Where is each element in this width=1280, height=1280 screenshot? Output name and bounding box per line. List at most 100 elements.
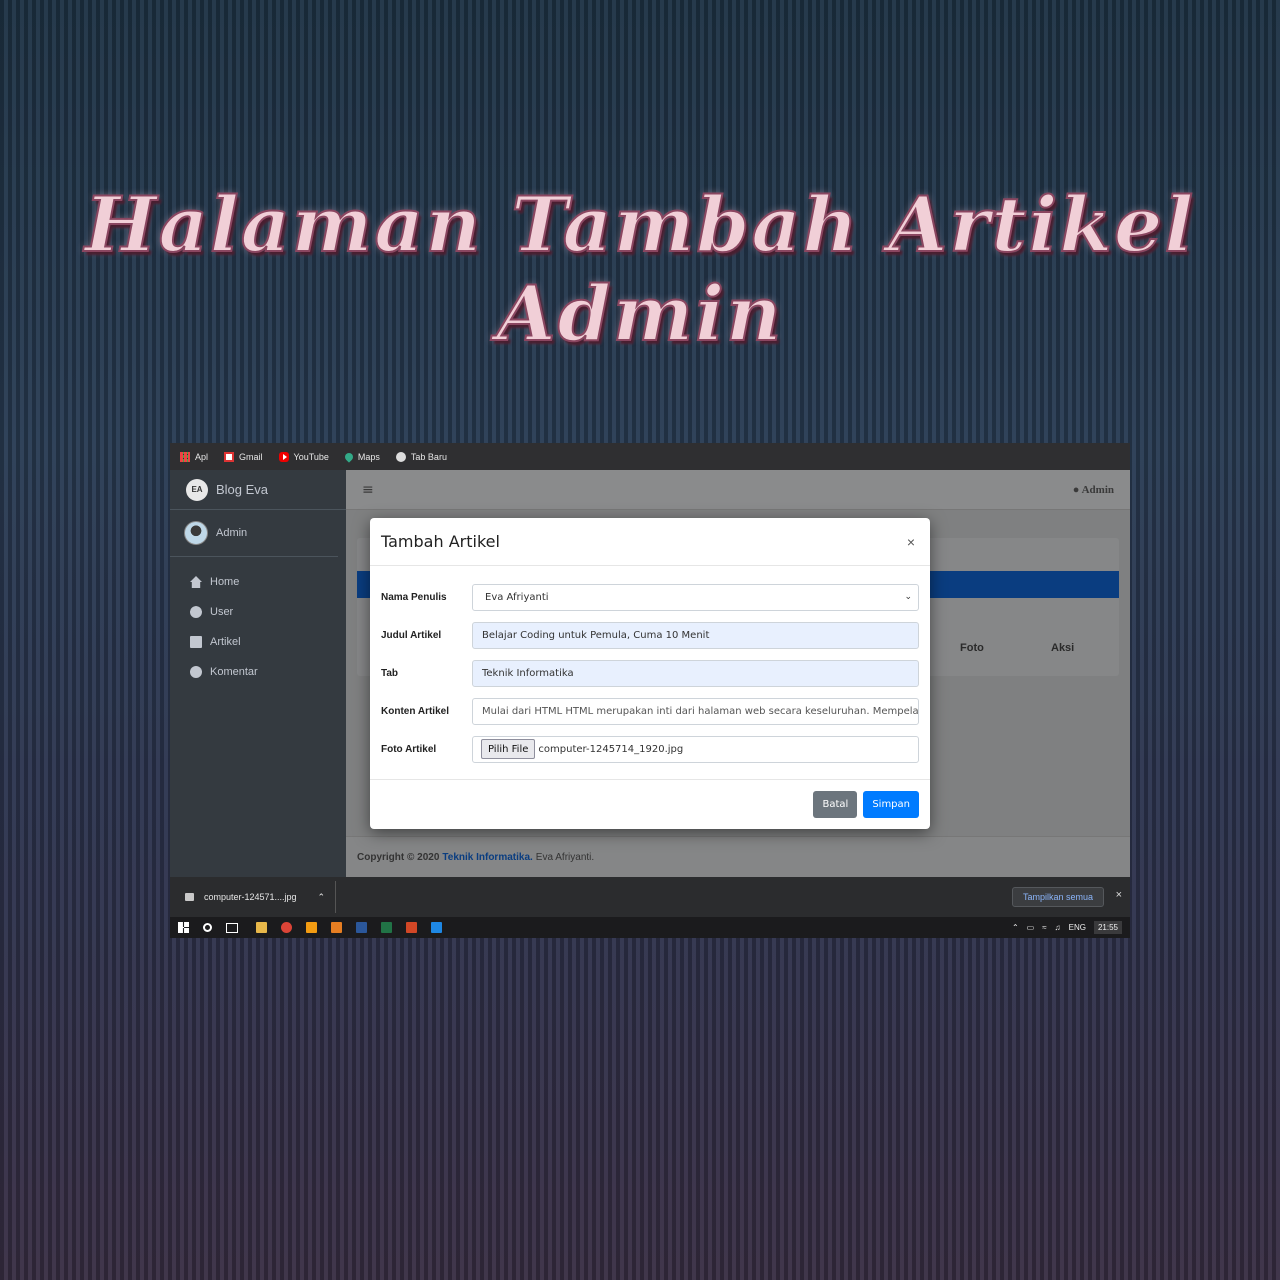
comment-icon xyxy=(190,666,202,678)
bookmark-youtube[interactable]: YouTube xyxy=(278,451,329,462)
book-icon xyxy=(190,636,202,648)
powerpoint-icon[interactable] xyxy=(406,922,417,933)
image-file-icon xyxy=(185,893,194,901)
bookmark-label: Tab Baru xyxy=(410,451,447,462)
bookmark-new-tab[interactable]: Tab Baru xyxy=(395,451,447,462)
sidebar-item-label: Komentar xyxy=(210,666,258,678)
form-row-konten-artikel: Konten Artikel Mulai dari HTML HTML meru… xyxy=(381,692,919,730)
apps-icon xyxy=(180,451,190,462)
modal-footer: Batal Simpan xyxy=(370,779,930,829)
foto-artikel-file-input[interactable]: Pilih File computer-1245714_1920.jpg xyxy=(472,735,919,763)
choose-file-button[interactable]: Pilih File xyxy=(481,739,536,759)
table-header-foto: Foto xyxy=(960,642,984,654)
windows-start-icon[interactable] xyxy=(178,922,189,933)
task-view-icon[interactable] xyxy=(226,922,238,933)
foto-artikel-label: Foto Artikel xyxy=(381,743,437,755)
sidebar-item-label: User xyxy=(210,606,234,618)
close-icon[interactable]: × xyxy=(1116,889,1122,901)
system-tray: ⌃ ▭ ≈ ♫ ENG 21:55 xyxy=(1012,921,1130,934)
sidebar-item-komentar[interactable]: Komentar xyxy=(170,657,346,687)
bookmark-apps[interactable]: Apl xyxy=(180,451,209,462)
clock[interactable]: 21:55 xyxy=(1093,921,1122,934)
chevron-down-icon: ⌄ xyxy=(904,592,912,602)
home-icon xyxy=(190,576,202,588)
avatar xyxy=(184,521,208,545)
windows-taskbar: ⌃ ▭ ≈ ♫ ENG 21:55 xyxy=(170,917,1130,938)
gmail-icon xyxy=(224,451,235,462)
word-icon[interactable] xyxy=(356,922,367,933)
chevron-up-icon[interactable]: ⌃ xyxy=(1012,923,1019,932)
globe-icon xyxy=(395,451,406,462)
bookmark-maps[interactable]: Maps xyxy=(343,450,380,463)
language-indicator[interactable]: ENG xyxy=(1069,923,1086,932)
user-panel[interactable]: Admin xyxy=(170,510,338,557)
sidebar-item-label: Home xyxy=(210,576,240,588)
modal-header: Tambah Artikel × xyxy=(370,518,930,566)
volume-icon[interactable]: ♫ xyxy=(1055,923,1061,932)
user-name: Admin xyxy=(216,527,248,539)
page-hero-title: Halaman Tambah Artikel Admin xyxy=(84,179,1196,359)
footer-link[interactable]: Teknik Informatika. xyxy=(442,852,532,863)
sidebar-item-label: Artikel xyxy=(210,636,241,648)
table-header-aksi: Aksi xyxy=(1051,642,1075,654)
chevron-up-icon[interactable]: ⌃ xyxy=(317,892,325,903)
judul-artikel-label: Judul Artikel xyxy=(381,629,442,641)
xampp-icon[interactable] xyxy=(331,922,342,933)
brand-logo: EA xyxy=(186,478,208,501)
tab-input[interactable]: Teknik Informatika xyxy=(472,659,919,687)
page-footer: Copyright © 2020 Teknik Informatika. Eva… xyxy=(346,836,1130,877)
add-article-modal: Tambah Artikel × Nama Penulis Eva Afriya… xyxy=(370,518,930,829)
save-button[interactable]: Simpan xyxy=(863,791,919,818)
chrome-icon[interactable] xyxy=(281,922,292,933)
nama-penulis-label: Nama Penulis xyxy=(381,591,447,603)
download-item[interactable]: computer-124571....jpg ⌃ xyxy=(170,881,336,913)
bookmark-label: Maps xyxy=(357,451,380,462)
sublime-icon[interactable] xyxy=(306,922,317,933)
form-row-foto-artikel: Foto Artikel Pilih File computer-1245714… xyxy=(381,730,919,768)
selected-filename: computer-1245714_1920.jpg xyxy=(538,743,684,755)
tab-label: Tab xyxy=(381,667,399,679)
sidebar: EA Blog Eva Admin Home User Artikel Kome… xyxy=(170,470,346,877)
sidebar-item-artikel[interactable]: Artikel xyxy=(170,627,346,657)
nama-penulis-value: Eva Afriyanti xyxy=(485,591,549,603)
youtube-icon xyxy=(278,451,289,462)
wifi-icon[interactable]: ≈ xyxy=(1042,923,1046,932)
form-row-nama-penulis: Nama Penulis Eva Afriyanti ⌄ xyxy=(381,578,919,616)
modal-body: Nama Penulis Eva Afriyanti ⌄ Judul Artik… xyxy=(370,566,930,768)
search-icon[interactable] xyxy=(203,923,212,932)
download-filename: computer-124571....jpg xyxy=(204,892,297,902)
admin-user-menu[interactable]: ● Admin xyxy=(1073,484,1114,496)
cancel-button[interactable]: Batal xyxy=(813,791,858,818)
konten-artikel-label: Konten Artikel xyxy=(381,705,449,717)
bookmark-label: Apl xyxy=(195,451,209,462)
footer-author: Eva Afriyanti. xyxy=(535,851,595,863)
judul-artikel-input[interactable]: Belajar Coding untuk Pemula, Cuma 10 Men… xyxy=(472,621,919,649)
admin-menu-label: Admin xyxy=(1081,483,1114,496)
bookmark-gmail[interactable]: Gmail xyxy=(224,451,263,462)
bookmark-label: Gmail xyxy=(239,451,263,462)
user-icon xyxy=(190,606,202,618)
sidebar-item-user[interactable]: User xyxy=(170,597,346,627)
maps-icon xyxy=(343,450,355,463)
form-row-tab: Tab Teknik Informatika xyxy=(381,654,919,692)
show-all-downloads-button[interactable]: Tampilkan semua xyxy=(1011,887,1104,907)
download-bar: computer-124571....jpg ⌃ Tampilkan semua… xyxy=(170,877,1130,917)
bookmarks-bar: Apl Gmail YouTube Maps Tab Baru xyxy=(170,443,1130,470)
form-row-judul-artikel: Judul Artikel Belajar Coding untuk Pemul… xyxy=(381,616,919,654)
brand-link[interactable]: EA Blog Eva xyxy=(170,470,346,510)
photoshop-icon[interactable] xyxy=(431,922,442,933)
konten-artikel-input[interactable]: Mulai dari HTML HTML merupakan inti dari… xyxy=(472,697,919,725)
file-explorer-icon[interactable] xyxy=(256,922,267,933)
bookmark-label: YouTube xyxy=(293,451,329,462)
nama-penulis-select[interactable]: Eva Afriyanti ⌄ xyxy=(472,583,919,611)
close-icon[interactable]: × xyxy=(903,534,919,550)
sidebar-item-home[interactable]: Home xyxy=(170,567,346,597)
menu-toggle-icon[interactable]: ≡ xyxy=(362,482,374,498)
top-navbar: ≡ ● Admin xyxy=(346,470,1130,510)
footer-copyright: Copyright © 2020 xyxy=(357,851,440,863)
modal-title: Tambah Artikel xyxy=(381,532,500,551)
sidebar-nav: Home User Artikel Komentar xyxy=(170,557,346,687)
battery-icon[interactable]: ▭ xyxy=(1027,923,1035,932)
brand-name: Blog Eva xyxy=(216,482,269,497)
excel-icon[interactable] xyxy=(381,922,392,933)
